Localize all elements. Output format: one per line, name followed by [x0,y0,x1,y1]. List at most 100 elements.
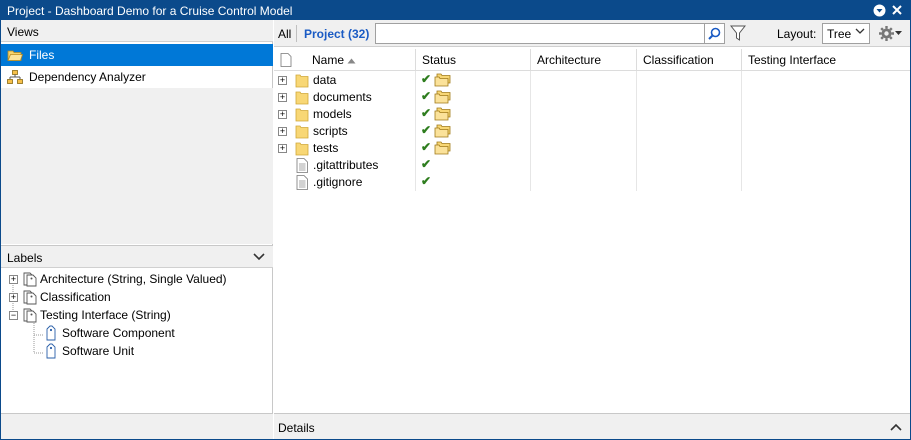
search-icon [708,27,721,40]
folder-icon [295,91,309,105]
file-type-header [274,49,294,71]
check-icon: ✔ [421,123,432,137]
layout-select[interactable]: Tree [822,23,870,44]
in-project-icon [434,73,451,87]
file-name: .gitignore [313,175,363,189]
files-pane: All Project (32) Layout: Tree Name Statu… [274,20,910,439]
in-project-icon [434,141,451,155]
table-row[interactable]: .gitignore ✔ [274,174,910,191]
column-header-classification[interactable]: Classification [636,49,741,71]
project-files-tab[interactable]: Project (32) [304,27,369,41]
file-name: scripts [313,124,348,138]
label-tag-icon [43,343,59,359]
label-item-software-unit[interactable]: Software Unit [1,342,273,360]
sort-ascending-icon [347,58,356,64]
label-item-software-component[interactable]: Software Component [1,324,273,342]
dropdown-arrow-icon [895,31,902,35]
layout-label: Layout: [777,27,817,41]
column-header-label: Name [312,53,345,67]
column-header-architecture[interactable]: Architecture [530,49,636,71]
expand-icon[interactable]: + [278,144,287,153]
label-category-testing-interface[interactable]: − Testing Interface (String) [1,306,273,324]
details-panel-header[interactable]: Details [274,413,910,439]
expand-icon[interactable]: + [9,292,18,302]
check-icon: ✔ [421,174,432,188]
chevron-down-icon[interactable] [253,250,265,264]
folder-icon [295,125,309,139]
table-row[interactable]: + data ✔ [274,72,910,89]
check-icon: ✔ [421,140,432,154]
expand-icon[interactable]: + [9,274,18,284]
folder-icon [295,74,309,88]
expand-icon[interactable]: + [278,127,287,136]
check-icon: ✔ [421,89,432,103]
file-icon [296,158,308,173]
expand-icon[interactable]: + [278,110,287,119]
file-name: .gitattributes [313,158,379,172]
label-category-architecture[interactable]: + Architecture (String, Single Valued) [1,270,273,288]
label-item-text: Software Component [62,326,175,340]
left-pane: Views Files Dependency Analyzer Labels +… [1,20,273,439]
in-project-icon [434,90,451,104]
view-item-label: Dependency Analyzer [29,70,146,84]
table-row[interactable]: + models ✔ [274,106,910,123]
toolbar-divider [296,25,297,42]
expand-icon[interactable]: + [278,76,287,85]
label-item-text: Software Unit [62,344,135,358]
left-status-area [1,413,273,439]
close-icon[interactable] [890,3,904,17]
labels-header[interactable]: Labels [1,245,273,268]
in-project-icon [434,107,451,121]
table-row[interactable]: + documents ✔ [274,89,910,106]
file-icon [296,175,308,190]
column-header-testing-interface[interactable]: Testing Interface [741,49,910,71]
window-title: Project - Dashboard Demo for a Cruise Co… [7,4,293,18]
search-button[interactable] [704,23,725,44]
search-input[interactable] [375,23,725,44]
folder-icon [295,108,309,122]
folder-open-icon [7,48,23,62]
project-window: Project - Dashboard Demo for a Cruise Co… [0,0,911,440]
labels-tree: + Architecture (String, Single Valued) +… [1,270,273,360]
file-list: + data ✔ + documents ✔ + models ✔ + scri… [274,72,910,191]
filter-icon[interactable] [729,25,747,42]
table-row[interactable]: .gitattributes ✔ [274,157,910,174]
column-header-name[interactable]: Name [306,49,416,71]
check-icon: ✔ [421,106,432,120]
file-icon [280,53,292,67]
chevron-down-icon [855,27,865,38]
expand-icon[interactable]: + [278,93,287,102]
file-name: data [313,73,337,87]
label-category-text: Testing Interface (String) [40,308,171,322]
details-label: Details [278,421,315,435]
chevron-up-icon[interactable] [890,420,902,434]
label-category-icon [21,307,37,323]
column-header-status[interactable]: Status [415,49,530,71]
views-empty-area [1,88,273,244]
title-bar: Project - Dashboard Demo for a Cruise Co… [1,1,910,20]
label-category-text: Classification [40,290,111,304]
check-icon: ✔ [421,157,432,171]
view-item-files[interactable]: Files [1,44,273,66]
hierarchy-icon [7,70,23,84]
settings-button[interactable] [878,24,904,43]
layout-select-value: Tree [827,27,852,41]
menu-down-icon[interactable] [872,3,886,17]
views-header: Views [1,20,273,42]
labels-header-label: Labels [7,251,43,265]
table-row[interactable]: + scripts ✔ [274,123,910,140]
label-category-classification[interactable]: + Classification [1,288,273,306]
file-name: documents [313,90,372,104]
label-category-icon [21,271,37,287]
label-tag-icon [43,325,59,341]
table-header: Name Status Architecture Classification … [274,49,910,71]
view-item-dependency-analyzer[interactable]: Dependency Analyzer [1,66,273,88]
collapse-icon[interactable]: − [9,310,18,320]
table-row[interactable]: + tests ✔ [274,140,910,157]
folder-icon [295,142,309,156]
files-toolbar: All Project (32) Layout: Tree [274,20,910,47]
label-category-text: Architecture (String, Single Valued) [40,272,227,286]
label-category-icon [21,289,37,305]
all-files-tab[interactable]: All [278,27,291,41]
file-name: tests [313,141,339,155]
